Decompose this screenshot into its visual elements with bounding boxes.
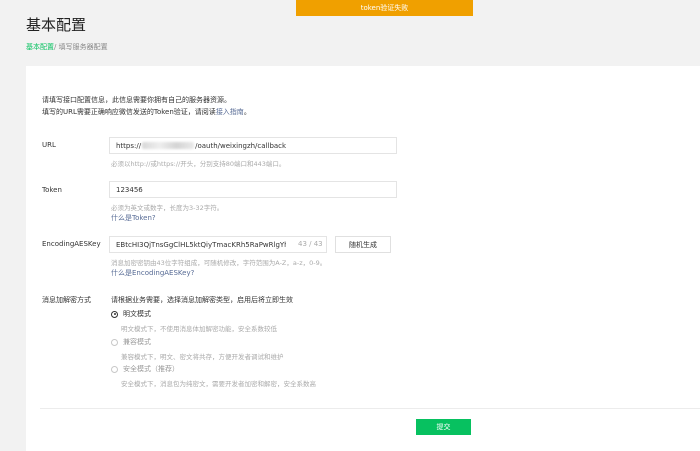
submit-button[interactable]: 提交 xyxy=(416,419,471,435)
plaintext-mode-label: 明文模式 xyxy=(123,310,151,318)
plaintext-mode-desc: 明文模式下，不使用消息体加解密功能，安全系数较低 xyxy=(121,325,277,333)
breadcrumb-basic-config[interactable]: 基本配置 xyxy=(26,43,54,51)
page-title: 基本配置 xyxy=(26,16,87,34)
intro-line-2-prefix: 填写的URL需要正确响应微信发送的Token验证，请阅读 xyxy=(42,108,216,116)
radio-unchecked-icon xyxy=(111,338,118,346)
aes-key-label: EncodingAESKey xyxy=(42,240,101,248)
intro-line-2-suffix: 。 xyxy=(243,108,251,116)
radio-compatible-mode[interactable]: 兼容模式 xyxy=(111,337,151,347)
error-toast: token验证失败 xyxy=(296,0,473,16)
breadcrumb: 基本配置/ 填写服务器配置 xyxy=(26,42,108,52)
random-generate-button[interactable]: 随机生成 xyxy=(335,236,391,253)
compatible-mode-label: 兼容模式 xyxy=(123,338,151,346)
aes-key-counter: 43 / 43 xyxy=(298,240,323,248)
encrypt-mode-label: 消息加解密方式 xyxy=(42,296,91,304)
url-value-suffix: /oauth/weixingzh/callback xyxy=(195,141,287,150)
url-value-prefix: https:// xyxy=(116,141,142,150)
breadcrumb-server-config: 填写服务器配置 xyxy=(58,43,108,51)
toast-message: token验证失败 xyxy=(360,4,409,12)
url-label: URL xyxy=(42,141,56,149)
token-input[interactable] xyxy=(109,181,397,198)
token-label: Token xyxy=(42,186,62,194)
radio-unchecked-icon xyxy=(111,365,118,373)
secure-mode-label: 安全模式（推荐） xyxy=(123,365,179,373)
encrypt-mode-instruction: 请根据业务需要，选择消息加解密类型，启用后将立即生效 xyxy=(111,296,293,304)
radio-secure-mode[interactable]: 安全模式（推荐） xyxy=(111,364,179,374)
access-guide-link[interactable]: 接入指南 xyxy=(216,108,244,116)
form-divider xyxy=(40,408,700,409)
config-card: 请填写接口配置信息，此信息需要你拥有自己的服务器资源。 填写的URL需要正确响应… xyxy=(26,66,700,451)
url-input[interactable]: https:// /oauth/weixingzh/callback xyxy=(109,137,397,154)
compatible-mode-desc: 兼容模式下，明文、密文将共存，方便开发者调试和维护 xyxy=(121,353,284,361)
what-is-token-link[interactable]: 什么是Token? xyxy=(111,213,156,223)
intro-text: 请填写接口配置信息，此信息需要你拥有自己的服务器资源。 填写的URL需要正确响应… xyxy=(42,94,251,118)
url-hint: 必须以http://或https://开头，分别支持80端口和443端口。 xyxy=(111,160,286,168)
secure-mode-desc: 安全模式下，消息包为纯密文，需要开发者加密和解密，安全系数高 xyxy=(121,380,316,388)
aes-key-hint: 消息加密密钥由43位字符组成，可随机修改，字符范围为A-Z，a-z，0-9。 xyxy=(111,259,327,267)
radio-checked-icon xyxy=(111,310,118,318)
intro-line-2: 填写的URL需要正确响应微信发送的Token验证，请阅读接入指南。 xyxy=(42,106,251,118)
intro-line-1: 请填写接口配置信息，此信息需要你拥有自己的服务器资源。 xyxy=(42,96,231,104)
token-hint: 必须为英文或数字，长度为3-32字符。 xyxy=(111,204,224,212)
redacted-domain xyxy=(142,142,195,149)
what-is-aes-key-link[interactable]: 什么是EncodingAESKey? xyxy=(111,268,194,278)
radio-plaintext-mode[interactable]: 明文模式 xyxy=(111,309,151,319)
aes-key-input[interactable] xyxy=(109,236,327,253)
breadcrumb-separator: / xyxy=(54,43,57,51)
